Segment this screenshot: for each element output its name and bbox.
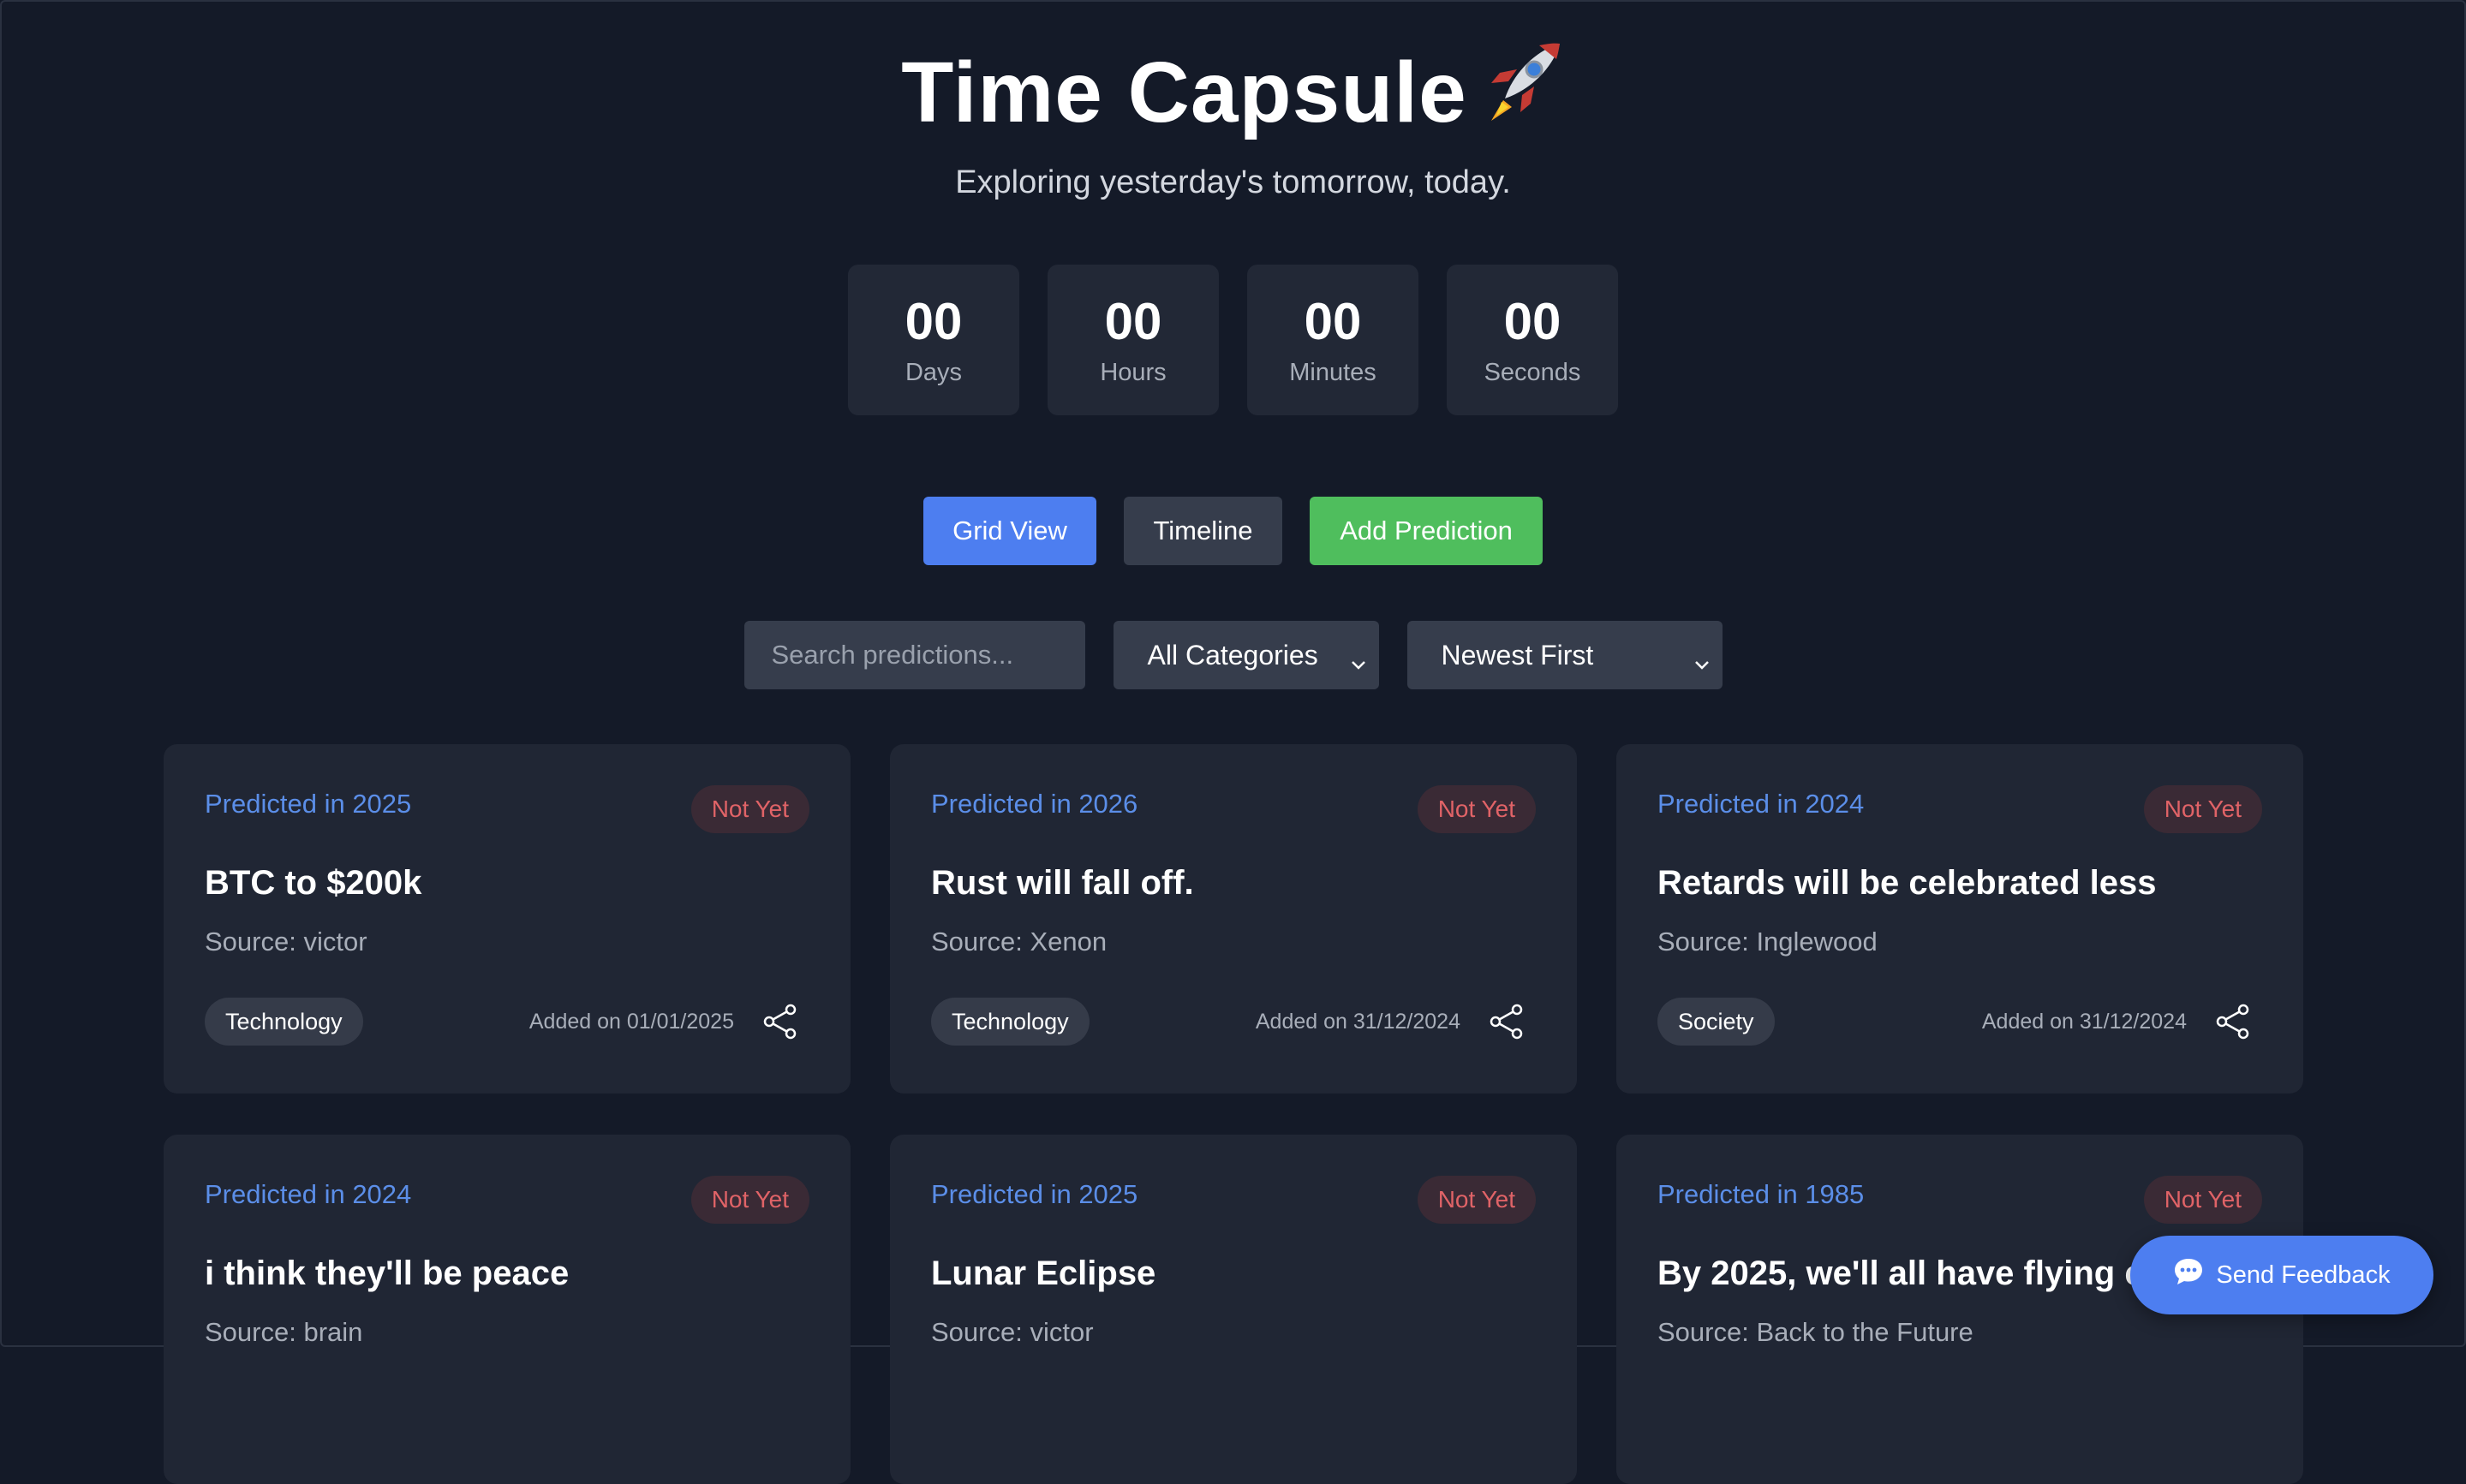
- countdown-value: 00: [1503, 293, 1561, 350]
- prediction-card[interactable]: Predicted in 2025 Not Yet Lunar Eclipse …: [890, 1135, 1577, 1484]
- chevron-down-icon: [1350, 647, 1367, 678]
- status-badge: Not Yet: [690, 1176, 809, 1224]
- prediction-year: Predicted in 2025: [205, 789, 412, 819]
- prediction-year: Predicted in 2024: [1657, 789, 1865, 819]
- countdown-value: 00: [1104, 293, 1162, 350]
- prediction-card[interactable]: Predicted in 2024 Not Yet Retards will b…: [1616, 744, 2303, 1094]
- sort-select[interactable]: Newest First: [1406, 621, 1723, 689]
- prediction-title: By 2025, we'll all have flying cars: [1657, 1255, 2195, 1292]
- prediction-source: Source: Back to the Future: [1657, 1317, 1973, 1347]
- page-subtitle: Exploring yesterday's tomorrow, today.: [955, 164, 1511, 200]
- search-input[interactable]: Search predictions...: [743, 621, 1085, 689]
- prediction-title: BTC to $200k: [205, 864, 422, 902]
- page-title: Time Capsule: [0, 41, 2466, 146]
- prediction-card[interactable]: Predicted in 2025 Not Yet BTC to $200k S…: [164, 744, 851, 1094]
- prediction-card[interactable]: Predicted in 2024 Not Yet i think they'l…: [164, 1135, 851, 1484]
- status-badge: Not Yet: [690, 785, 809, 833]
- countdown-seconds: 00 Seconds: [1447, 265, 1618, 415]
- countdown-days: 00 Days: [848, 265, 1019, 415]
- sort-select-value: Newest First: [1441, 639, 1594, 670]
- share-icon[interactable]: [761, 1003, 799, 1040]
- category-tag[interactable]: Technology: [205, 998, 363, 1046]
- page-title-text: Time Capsule: [901, 45, 1467, 140]
- add-prediction-button[interactable]: Add Prediction: [1310, 497, 1543, 565]
- prediction-source: Source: Xenon: [931, 927, 1108, 957]
- countdown-value: 00: [905, 293, 963, 350]
- countdown-value: 00: [1304, 293, 1362, 350]
- send-feedback-button[interactable]: Send Feedback: [2130, 1236, 2433, 1314]
- category-select[interactable]: All Categories: [1113, 621, 1379, 689]
- prediction-title: i think they'll be peace: [205, 1255, 570, 1292]
- prediction-source: Source: victor: [931, 1317, 1094, 1347]
- added-date: Added on 31/12/2024: [1255, 1010, 1460, 1034]
- search-placeholder: Search predictions...: [771, 640, 1014, 670]
- status-badge: Not Yet: [1417, 785, 1536, 833]
- countdown-label: Days: [905, 359, 963, 386]
- share-icon[interactable]: [1488, 1003, 1526, 1040]
- countdown-hours: 00 Hours: [1048, 265, 1219, 415]
- page-header: Time Capsule Exploring yesterday's tomor…: [0, 41, 2466, 208]
- category-tag[interactable]: Technology: [931, 998, 1090, 1046]
- send-feedback-label: Send Feedback: [2216, 1261, 2391, 1289]
- status-badge: Not Yet: [1417, 1176, 1536, 1224]
- filter-bar: Search predictions... All Categories New…: [0, 621, 2466, 689]
- countdown-label: Hours: [1100, 359, 1167, 386]
- countdown-minutes: 00 Minutes: [1247, 265, 1418, 415]
- rocket-icon: [1479, 39, 1565, 146]
- prediction-source: Source: Inglewood: [1657, 927, 1878, 957]
- prediction-year: Predicted in 2026: [931, 789, 1138, 819]
- prediction-title: Retards will be celebrated less: [1657, 864, 2157, 902]
- status-badge: Not Yet: [2143, 1176, 2262, 1224]
- category-select-value: All Categories: [1147, 639, 1318, 670]
- grid-view-button[interactable]: Grid View: [923, 497, 1096, 565]
- view-actions: Grid View Timeline Add Prediction: [0, 497, 2466, 565]
- countdown-label: Minutes: [1289, 359, 1376, 386]
- prediction-year: Predicted in 2024: [205, 1179, 412, 1209]
- chat-bubble-icon: [2173, 1257, 2204, 1293]
- prediction-title: Lunar Eclipse: [931, 1255, 1156, 1292]
- prediction-source: Source: victor: [205, 927, 367, 957]
- added-date: Added on 01/01/2025: [528, 1010, 734, 1034]
- prediction-year: Predicted in 2025: [931, 1179, 1138, 1209]
- prediction-year: Predicted in 1985: [1657, 1179, 1865, 1209]
- countdown: 00 Days 00 Hours 00 Minutes 00 Seconds: [0, 265, 2466, 415]
- prediction-card[interactable]: Predicted in 2026 Not Yet Rust will fall…: [890, 744, 1577, 1094]
- countdown-label: Seconds: [1484, 359, 1581, 386]
- status-badge: Not Yet: [2143, 785, 2262, 833]
- chevron-down-icon: [1693, 647, 1711, 678]
- share-icon[interactable]: [2214, 1003, 2252, 1040]
- prediction-title: Rust will fall off.: [931, 864, 1194, 902]
- timeline-button[interactable]: Timeline: [1124, 497, 1282, 565]
- category-tag[interactable]: Society: [1657, 998, 1775, 1046]
- added-date: Added on 31/12/2024: [1981, 1010, 2187, 1034]
- prediction-source: Source: brain: [205, 1317, 363, 1347]
